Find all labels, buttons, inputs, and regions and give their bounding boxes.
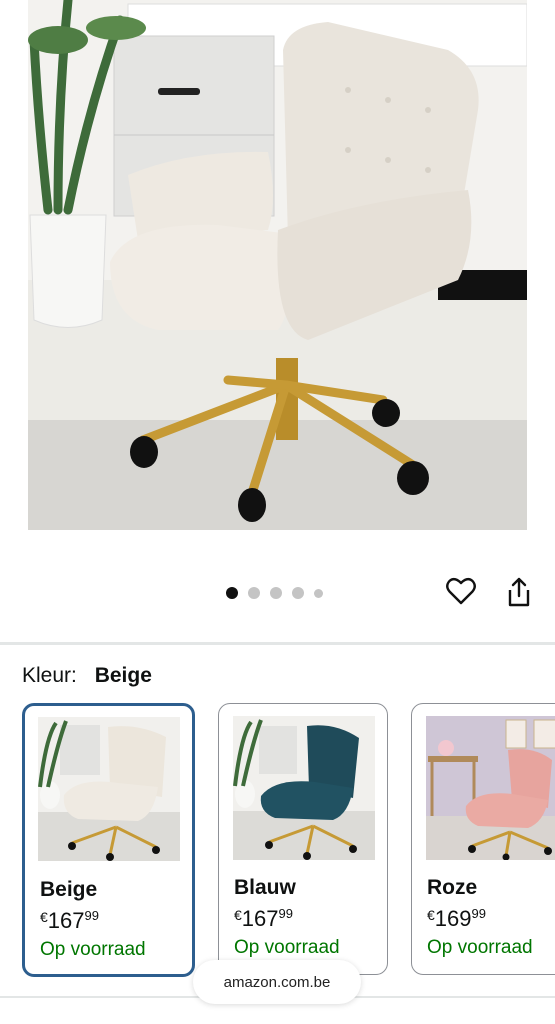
color-option-beige[interactable]: Beige €16799 Op voorraad xyxy=(22,703,195,977)
wishlist-heart-icon[interactable] xyxy=(444,574,478,608)
color-option-price: €16799 xyxy=(234,906,293,931)
carousel-dot[interactable] xyxy=(226,587,238,599)
color-label: Kleur: xyxy=(22,664,77,687)
color-label-row: Kleur: Beige xyxy=(22,664,152,688)
color-option-roze[interactable]: Roze €16999 Op voorraad xyxy=(411,703,555,975)
stock-status: Op voorraad xyxy=(234,937,340,958)
carousel-dot[interactable] xyxy=(314,588,323,598)
url-domain: amazon.com.be xyxy=(223,973,331,991)
carousel-dot[interactable] xyxy=(292,587,304,599)
color-option-name: Roze xyxy=(427,876,478,899)
carousel-dot[interactable] xyxy=(270,587,282,599)
carousel-dot[interactable] xyxy=(248,587,260,599)
color-option-price: €16999 xyxy=(427,906,486,931)
color-thumbnail-roze xyxy=(426,716,555,860)
selected-color-value: Beige xyxy=(94,664,152,687)
color-option-name: Beige xyxy=(40,878,98,901)
color-option-blauw[interactable]: Blauw €16799 Op voorraad xyxy=(218,703,388,975)
browser-url-pill[interactable]: amazon.com.be xyxy=(193,960,361,1004)
stock-status: Op voorraad xyxy=(427,937,533,958)
section-divider xyxy=(0,642,555,645)
color-option-price: €16799 xyxy=(40,908,99,933)
stock-status: Op voorraad xyxy=(40,939,146,960)
color-option-name: Blauw xyxy=(234,876,296,899)
color-thumbnail-blauw xyxy=(233,716,375,860)
product-main-image[interactable] xyxy=(28,0,527,530)
color-thumbnail-beige xyxy=(38,717,180,861)
carousel-dots[interactable] xyxy=(226,587,323,599)
share-icon[interactable] xyxy=(502,574,536,610)
